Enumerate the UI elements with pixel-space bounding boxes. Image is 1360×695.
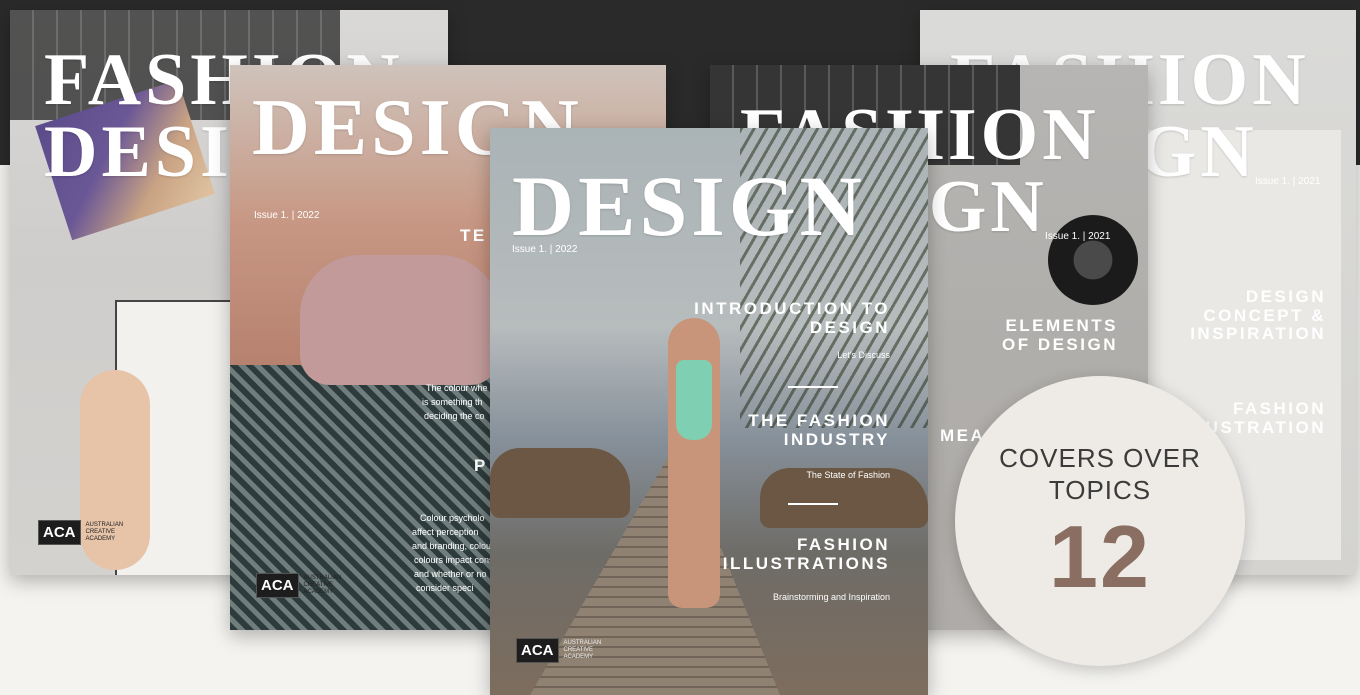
cover-topic-1: ELEMENTS OF DESIGN (1001, 316, 1118, 354)
aca-logo-text: AUSTRALIAN CREATIVE ACADEMY (85, 522, 124, 542)
issue-date: Issue 1. | 2021 (1045, 231, 1111, 242)
body-text-8: and whether or no (414, 569, 487, 579)
issue-date: Issue 1. | 2022 (512, 244, 578, 255)
rocks-image (490, 448, 630, 518)
swimsuit-image (300, 255, 500, 385)
divider-line (788, 503, 838, 505)
aca-logo-mark: ACA (256, 573, 299, 598)
body-text-3: deciding the co (424, 411, 485, 421)
aca-logo: ACA AUSTRALIAN CREATIVE ACADEMY (516, 638, 610, 663)
cover-topic-partial: TE (460, 226, 487, 245)
cover-topic-1: DESIGN CONCEPT & INSPIRATION (1190, 287, 1326, 344)
cover-masthead: DESIGN (512, 158, 866, 254)
body-text-7: colours impact cons (414, 555, 494, 565)
body-text-2: is something th (422, 397, 483, 407)
swimsuit-image (676, 360, 712, 440)
cover-topic-2-partial: P (474, 456, 488, 475)
magazine-cover-front: DESIGN Issue 1. | 2022 INTRODUCTION TO D… (490, 128, 928, 695)
cover-topic-3: FASHION ILLUSTRATIONS (722, 535, 890, 573)
cover-subtitle-1: Let's Discuss (837, 350, 890, 360)
badge-number: 12 (1049, 506, 1151, 606)
topics-count-badge: COVERS OVER TOPICS 12 (955, 376, 1245, 666)
body-text-6: and branding, colour (412, 541, 495, 551)
cover-subtitle-2: The State of Fashion (806, 470, 890, 480)
cover-topic-2: THE FASHION INDUSTRY (748, 411, 890, 449)
aca-logo-mark: ACA (38, 520, 81, 545)
body-text-1: The colour whe (426, 383, 488, 393)
body-text-5: affect perception (412, 527, 479, 537)
body-text-4: Colour psycholo (420, 513, 485, 523)
aca-logo: ACA AUSTRALIAN CREATIVE ACADEMY (38, 520, 132, 545)
aca-logo-mark: ACA (516, 638, 559, 663)
aca-logo-text: AUSTRALIAN CREATIVE ACADEMY (303, 575, 342, 595)
body-text-9: consider speci (416, 583, 474, 593)
badge-text-line2: TOPICS (1048, 475, 1152, 505)
divider-line (788, 386, 838, 388)
aca-logo: ACA AUSTRALIAN CREATIVE ACADEMY (256, 573, 350, 598)
aca-logo-text: AUSTRALIAN CREATIVE ACADEMY (563, 640, 602, 660)
cover-topic-1: INTRODUCTION TO DESIGN (694, 299, 890, 337)
cover-subtitle-3: Brainstorming and Inspiration (772, 592, 890, 602)
issue-date: Issue 1. | 2021 (1255, 176, 1321, 187)
camera-lens-image (1048, 215, 1138, 305)
issue-date: Issue 1. | 2022 (254, 210, 320, 221)
badge-text-line1: COVERS OVER (999, 442, 1201, 473)
